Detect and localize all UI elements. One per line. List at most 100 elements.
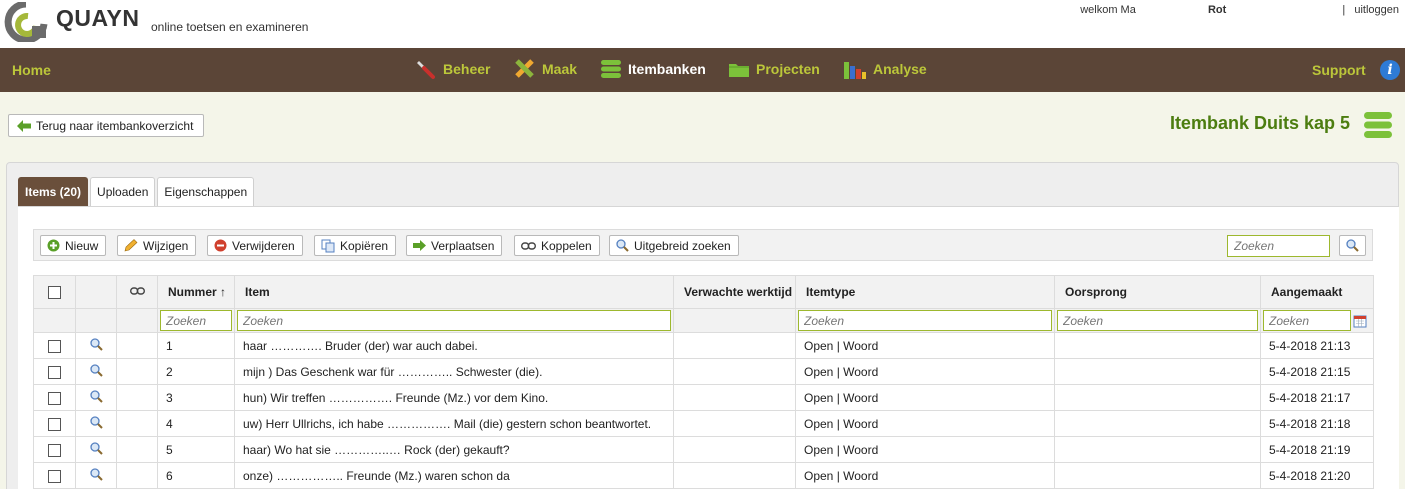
table-row[interactable]: 2 mijn ) Das Geschenk war für ………….. Schw… [33, 358, 1374, 385]
advanced-search-button[interactable]: Uitgebreid zoeken [609, 235, 739, 256]
welcome-text: welkom Ma [1080, 4, 1136, 16]
row-view-cell[interactable] [75, 436, 117, 463]
filter-item-cell [234, 308, 674, 333]
row-origin [1054, 462, 1261, 489]
header-number[interactable]: Nummer ↑ [157, 275, 235, 309]
folder-icon [729, 64, 749, 77]
nav-itembanken[interactable]: Itembanken [600, 57, 706, 81]
edit-button[interactable]: Wijzigen [117, 235, 197, 256]
tab-uploaden[interactable]: Uploaden [90, 177, 156, 206]
row-view-cell[interactable] [75, 410, 117, 437]
magnifier-icon [616, 239, 629, 252]
table-row[interactable]: 3 hun) Wir treffen ……………. Freunde (Mz.) v… [33, 384, 1374, 411]
filter-origin-input[interactable] [1057, 310, 1258, 331]
filter-created-input[interactable] [1263, 310, 1351, 331]
nav-beheer[interactable]: Beheer [415, 57, 490, 81]
new-button[interactable]: Nieuw [40, 235, 107, 256]
header-origin[interactable]: Oorsprong [1054, 275, 1261, 309]
select-all-cell [33, 275, 76, 309]
wrench-icon [417, 61, 435, 79]
filter-type-input[interactable] [798, 310, 1052, 331]
table-row[interactable]: 5 haar) Wo hat sie …………..… Rock (der) gek… [33, 436, 1374, 463]
move-button[interactable]: Verplaatsen [406, 235, 503, 256]
delete-button-label: Verwijderen [232, 238, 295, 253]
nav-home[interactable]: Home [12, 62, 51, 78]
calendar-icon[interactable] [1353, 314, 1367, 328]
nav-analyse[interactable]: Analyse [843, 57, 927, 81]
chain-link-icon [521, 241, 536, 250]
header-item-type[interactable]: Itemtype [795, 275, 1055, 309]
filter-item-input[interactable] [237, 310, 671, 331]
row-checkbox[interactable] [48, 339, 61, 353]
row-origin [1054, 384, 1261, 411]
nav-support[interactable]: Support [1312, 62, 1366, 78]
row-link-cell [116, 358, 158, 385]
header-item[interactable]: Item [234, 275, 674, 309]
header-expected-time[interactable]: Verwachte werktijd [673, 275, 796, 309]
itembank-stack-icon [1364, 112, 1392, 138]
row-time [673, 358, 796, 385]
copy-button-label: Kopiëren [340, 238, 389, 253]
row-link-cell [116, 410, 158, 437]
header-created[interactable]: Aangemaakt [1260, 275, 1374, 309]
brand-tagline: online toetsen en examineren [151, 20, 309, 34]
filter-number-input[interactable] [160, 310, 232, 331]
info-icon[interactable]: i [1380, 60, 1400, 80]
row-view-cell[interactable] [75, 384, 117, 411]
filter-origin-cell [1054, 308, 1261, 333]
quayn-logo-icon [4, 2, 48, 42]
back-button-label: Terug naar itembankoverzicht [36, 118, 194, 133]
row-select-cell [33, 384, 76, 411]
nav-projecten-label: Projecten [756, 61, 820, 77]
row-checkbox[interactable] [48, 365, 61, 379]
row-checkbox[interactable] [48, 417, 61, 431]
row-type: Open | Woord [795, 462, 1055, 489]
filter-type-cell [795, 308, 1055, 333]
row-item: uw) Herr Ullrichs, ich habe ……………. Mail … [234, 410, 674, 437]
header-view [75, 275, 117, 309]
table-row[interactable]: 1 haar …………. Bruder (der) war auch dabei.… [33, 332, 1374, 359]
row-select-cell [33, 332, 76, 359]
row-created: 5-4-2018 21:19 [1260, 436, 1374, 463]
search-input[interactable] [1227, 235, 1330, 257]
sort-ascending-icon: ↑ [220, 285, 227, 299]
plus-circle-icon [47, 239, 60, 252]
row-type: Open | Woord [795, 384, 1055, 411]
row-view-cell[interactable] [75, 332, 117, 359]
back-button[interactable]: Terug naar itembankoverzicht [8, 114, 204, 137]
pencil-icon [124, 239, 138, 252]
row-checkbox[interactable] [48, 443, 61, 457]
nav-maak[interactable]: Maak [514, 57, 577, 81]
row-number: 1 [157, 332, 235, 359]
row-origin [1054, 332, 1261, 359]
row-created: 5-4-2018 21:20 [1260, 462, 1374, 489]
tab-eigenschappen[interactable]: Eigenschappen [157, 177, 255, 206]
copy-button[interactable]: Kopiëren [314, 235, 397, 256]
search-button[interactable] [1339, 235, 1366, 256]
row-created: 5-4-2018 21:17 [1260, 384, 1374, 411]
user-info: welkom Ma Rot | uitloggen [1080, 4, 1399, 16]
row-number: 4 [157, 410, 235, 437]
nav-analyse-label: Analyse [873, 61, 927, 77]
row-time [673, 462, 796, 489]
magnifier-icon [89, 467, 103, 481]
row-view-cell[interactable] [75, 358, 117, 385]
select-all-checkbox[interactable] [48, 286, 61, 300]
grid-body: 1 haar …………. Bruder (der) war auch dabei.… [33, 332, 1374, 489]
delete-button[interactable]: Verwijderen [207, 235, 303, 256]
row-item: mijn ) Das Geschenk war für ………….. Schwe… [234, 358, 674, 385]
row-link-cell [116, 384, 158, 411]
row-link-cell [116, 462, 158, 489]
table-row[interactable]: 6 onze) …………….. Freunde (Mz.) waren schon… [33, 462, 1374, 489]
arrow-right-icon [413, 240, 426, 251]
advanced-search-label: Uitgebreid zoeken [634, 238, 731, 253]
link-button[interactable]: Koppelen [514, 235, 600, 256]
table-row[interactable]: 4 uw) Herr Ullrichs, ich habe ……………. Mail… [33, 410, 1374, 437]
row-checkbox[interactable] [48, 391, 61, 405]
row-checkbox[interactable] [48, 469, 61, 483]
logout-link[interactable]: uitloggen [1354, 4, 1399, 16]
row-view-cell[interactable] [75, 462, 117, 489]
tab-items[interactable]: Items (20) [18, 177, 89, 206]
nav-projecten[interactable]: Projecten [728, 57, 820, 81]
row-item: haar) Wo hat sie …………..… Rock (der) geka… [234, 436, 674, 463]
